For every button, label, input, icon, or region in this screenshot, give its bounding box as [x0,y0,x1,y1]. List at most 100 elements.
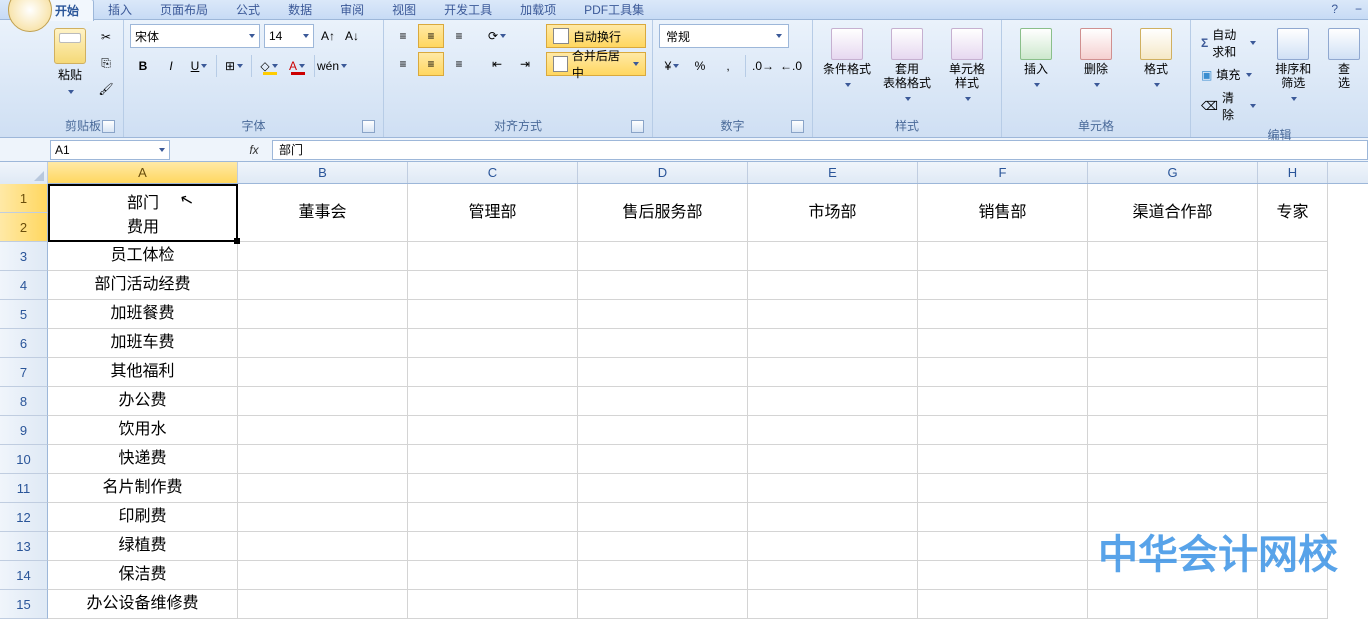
format-cell-button[interactable]: 格式 [1128,24,1184,90]
cell[interactable] [238,358,408,387]
cell[interactable] [408,358,578,387]
tab-insert[interactable]: 插入 [94,0,146,20]
row-header-3[interactable]: 3 [0,242,48,271]
increase-decimal-button[interactable]: .0→ [750,54,776,78]
tab-view[interactable]: 视图 [378,0,430,20]
tab-review[interactable]: 审阅 [326,0,378,20]
format-painter-button[interactable]: 🖌 [95,78,117,100]
cell[interactable] [1258,532,1328,561]
cell-A15[interactable]: 办公设备维修费 [48,590,238,619]
align-center-button[interactable]: ≡ [418,52,444,76]
fx-button[interactable]: fx [240,143,268,157]
cell[interactable] [578,387,748,416]
cell[interactable] [1088,532,1258,561]
clipboard-launcher[interactable] [102,120,115,133]
row-header-12[interactable]: 12 [0,503,48,532]
cell-A3[interactable]: 员工体检 [48,242,238,271]
cell[interactable] [408,445,578,474]
col-header-A[interactable]: A [48,162,238,183]
cell[interactable] [918,561,1088,590]
delete-cell-button[interactable]: 删除 [1068,24,1124,90]
cell[interactable] [1088,358,1258,387]
cell-D1[interactable]: 售后服务部 [578,184,748,242]
cell[interactable] [238,271,408,300]
cell[interactable] [238,590,408,619]
align-top-button[interactable]: ≡ [390,24,416,48]
cell-E1[interactable]: 市场部 [748,184,918,242]
row-header-11[interactable]: 11 [0,474,48,503]
cell[interactable] [1088,445,1258,474]
cell[interactable] [408,590,578,619]
number-launcher[interactable] [791,120,804,133]
cell[interactable] [578,300,748,329]
cell[interactable] [578,445,748,474]
cell-A13[interactable]: 绿植费 [48,532,238,561]
minimize-ribbon-icon[interactable]: − [1355,2,1362,16]
paste-button[interactable]: 粘贴 [49,24,91,97]
cell[interactable] [918,329,1088,358]
cell[interactable] [1258,271,1328,300]
insert-cell-button[interactable]: 插入 [1008,24,1064,90]
cell-A6[interactable]: 加班车费 [48,329,238,358]
cell[interactable] [1088,329,1258,358]
cell-styles-button[interactable]: 单元格 样式 [939,24,995,104]
align-left-button[interactable]: ≡ [390,52,416,76]
decrease-indent-button[interactable]: ⇤ [484,52,510,76]
cell[interactable] [748,445,918,474]
cell-A4[interactable]: 部门活动经费 [48,271,238,300]
align-right-button[interactable]: ≡ [446,52,472,76]
cell[interactable] [578,503,748,532]
cell[interactable] [918,474,1088,503]
row-header-6[interactable]: 6 [0,329,48,358]
cell[interactable] [408,416,578,445]
cell[interactable] [408,242,578,271]
format-as-table-button[interactable]: 套用 表格格式 [879,24,935,104]
cell-A1-merged[interactable]: 部门 费用 ↖ [48,184,238,242]
cell[interactable] [748,561,918,590]
currency-button[interactable]: ¥ [659,54,685,78]
col-header-H[interactable]: H [1258,162,1328,183]
row-header-10[interactable]: 10 [0,445,48,474]
cell[interactable] [1088,503,1258,532]
sort-filter-button[interactable]: 排序和 筛选 [1270,24,1316,104]
cell-G1[interactable]: 渠道合作部 [1088,184,1258,242]
cell-A9[interactable]: 饮用水 [48,416,238,445]
cell[interactable] [1258,474,1328,503]
cell[interactable] [1258,300,1328,329]
font-color-button[interactable]: A [284,54,310,78]
increase-indent-button[interactable]: ⇥ [512,52,538,76]
cell[interactable] [918,242,1088,271]
cell[interactable] [918,503,1088,532]
cell[interactable] [1258,242,1328,271]
underline-button[interactable]: U [186,54,212,78]
bold-button[interactable]: B [130,54,156,78]
cell-A11[interactable]: 名片制作费 [48,474,238,503]
cell[interactable] [748,242,918,271]
fill-color-button[interactable]: ◇ [256,54,282,78]
cell[interactable] [1258,590,1328,619]
row-header-8[interactable]: 8 [0,387,48,416]
number-format-select[interactable]: 常规 [659,24,789,48]
cell[interactable] [238,474,408,503]
cell-A7[interactable]: 其他福利 [48,358,238,387]
cell-A8[interactable]: 办公费 [48,387,238,416]
cut-button[interactable]: ✂ [95,26,117,48]
cell[interactable] [1258,358,1328,387]
cell[interactable] [748,387,918,416]
decrease-font-button[interactable]: A↓ [342,26,362,46]
col-header-E[interactable]: E [748,162,918,183]
cell[interactable] [408,532,578,561]
clear-button[interactable]: ⌫清除 [1197,87,1260,125]
cell[interactable] [408,561,578,590]
cell-A14[interactable]: 保洁费 [48,561,238,590]
col-header-C[interactable]: C [408,162,578,183]
cell[interactable] [578,532,748,561]
tab-formulas[interactable]: 公式 [222,0,274,20]
cell[interactable] [408,300,578,329]
tab-addins[interactable]: 加载项 [506,0,570,20]
cell[interactable] [1088,271,1258,300]
copy-button[interactable]: ⎘ [95,52,117,74]
cell[interactable] [238,300,408,329]
cell[interactable] [578,329,748,358]
cell[interactable] [238,561,408,590]
